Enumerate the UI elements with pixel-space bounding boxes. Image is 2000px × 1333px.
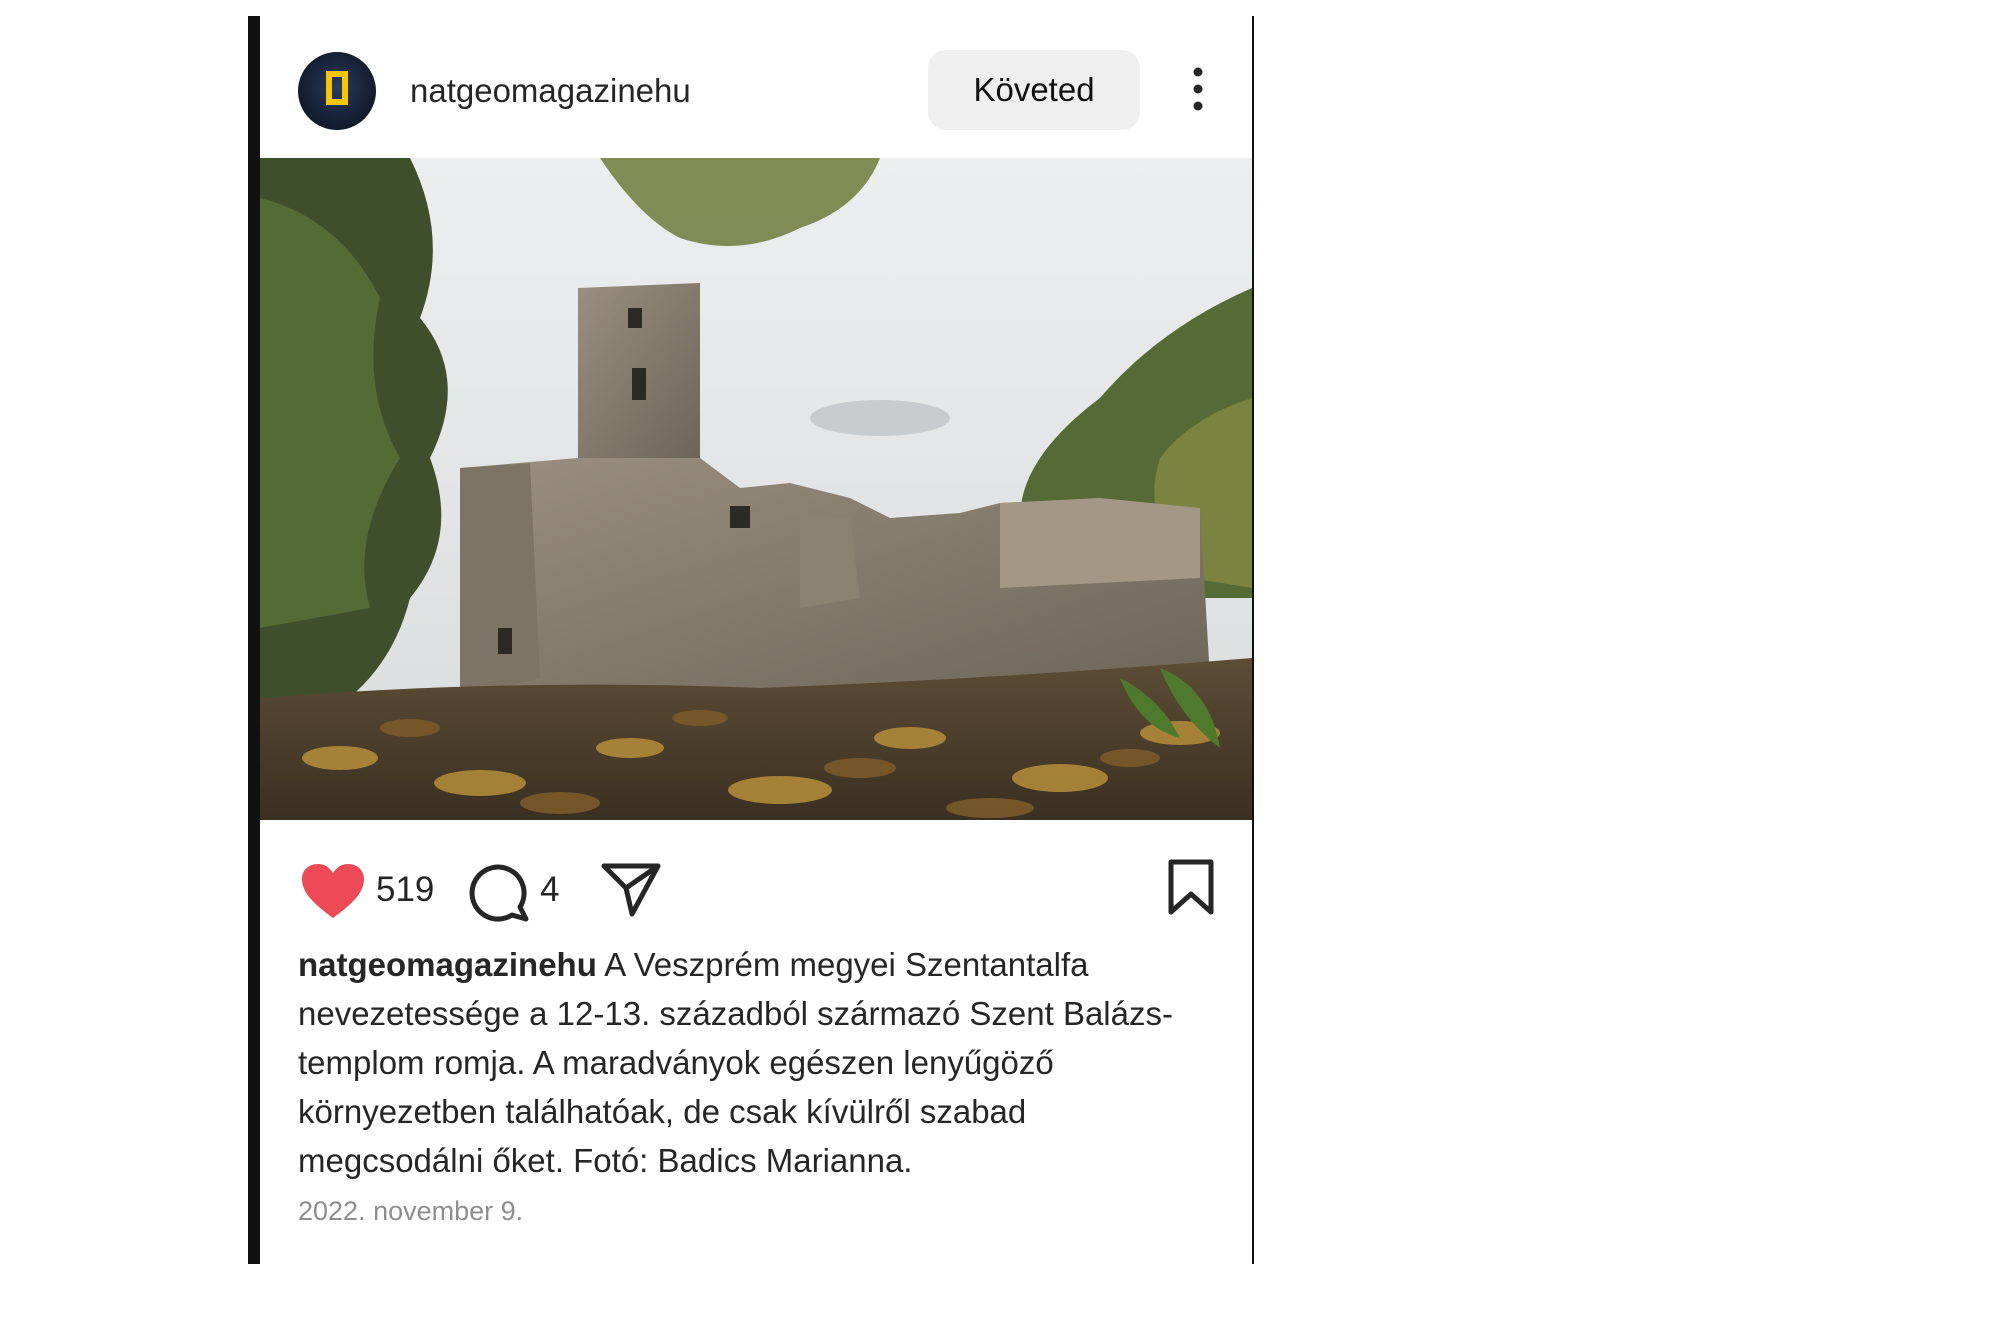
likes-count[interactable]: 519 (376, 870, 434, 910)
nat-geo-logo-icon (326, 71, 348, 105)
post-caption: natgeomagazinehu A Veszprém megyei Szent… (298, 940, 1198, 1185)
avatar[interactable] (298, 52, 376, 130)
comment-bubble-icon[interactable] (468, 860, 530, 922)
paper-plane-icon[interactable] (600, 860, 662, 918)
post-header: natgeomagazinehu Követed (260, 16, 1252, 158)
post-actions: 519 4 (260, 842, 1252, 952)
post-card: natgeomagazinehu Követed 519 4 natgeomag… (248, 16, 1254, 1264)
post-username[interactable]: natgeomagazinehu (410, 72, 691, 110)
heart-icon[interactable] (300, 862, 366, 920)
bookmark-icon[interactable] (1166, 858, 1216, 916)
post-photo[interactable] (260, 158, 1252, 820)
comments-count[interactable]: 4 (540, 870, 559, 910)
caption-username[interactable]: natgeomagazinehu (298, 946, 597, 983)
post-date[interactable]: 2022. november 9. (298, 1196, 523, 1227)
following-button[interactable]: Követed (928, 50, 1140, 130)
more-vertical-icon[interactable] (1190, 66, 1206, 112)
